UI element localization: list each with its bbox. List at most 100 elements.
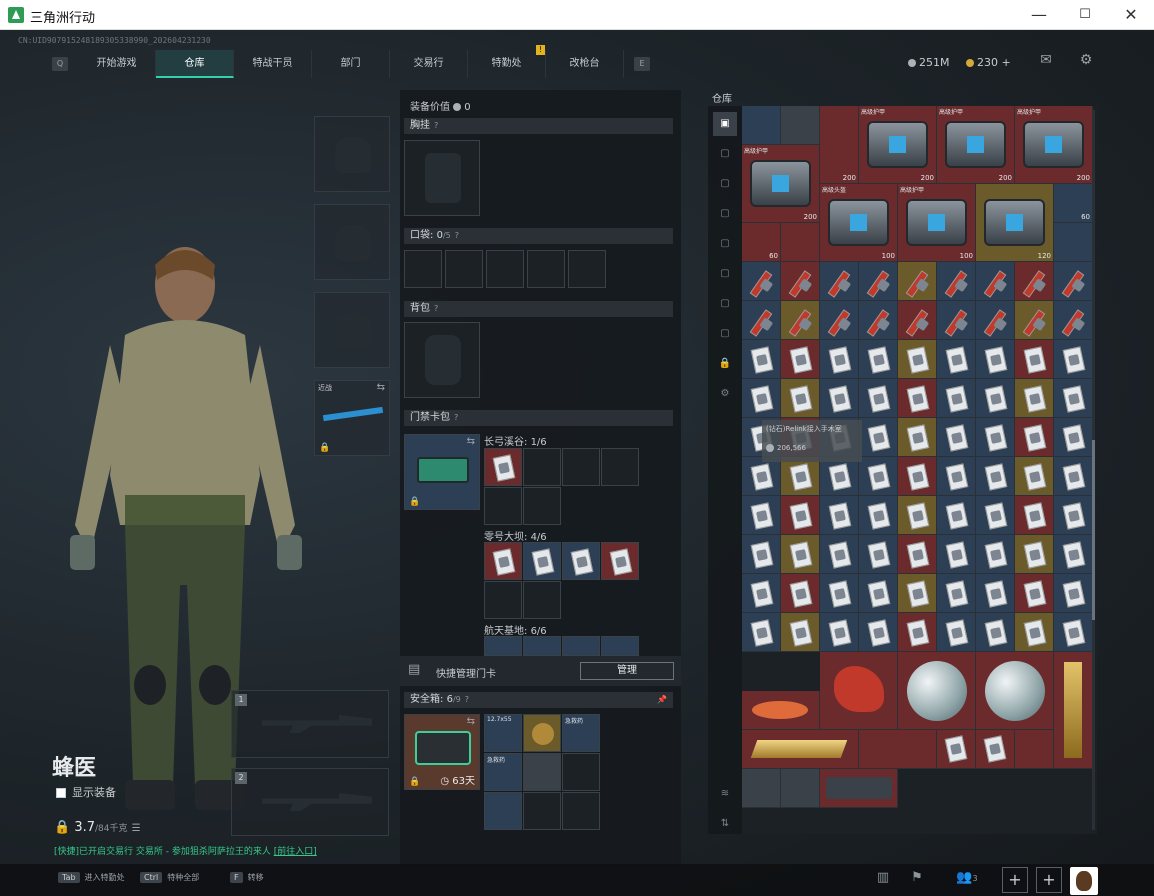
keycard-item[interactable] [484, 636, 522, 656]
orb-item[interactable] [898, 652, 976, 730]
warehouse-item[interactable] [1054, 535, 1093, 574]
keycard-slot[interactable] [523, 448, 561, 486]
warehouse-item[interactable] [937, 730, 976, 769]
warehouse-item[interactable] [742, 613, 781, 652]
warehouse-item[interactable] [781, 574, 820, 613]
coin-item[interactable] [523, 714, 561, 752]
tab-department[interactable]: 部门 [312, 50, 390, 78]
safebox-empty-slot[interactable] [523, 792, 561, 830]
warehouse-item[interactable] [976, 340, 1015, 379]
warehouse-item[interactable] [1054, 496, 1093, 535]
warehouse-item[interactable]: 60 [742, 223, 781, 262]
swap-icon[interactable]: ⇆ [467, 716, 475, 727]
warehouse-item[interactable] [1015, 574, 1054, 613]
hotkey-transfer[interactable]: F 转移 [230, 872, 264, 883]
warehouse-item[interactable] [859, 262, 898, 301]
warehouse-item[interactable] [742, 574, 781, 613]
keycard-slot[interactable] [601, 448, 639, 486]
warehouse-item[interactable] [1054, 379, 1093, 418]
warehouse-item[interactable] [742, 769, 781, 808]
warehouse-item[interactable] [898, 340, 937, 379]
fish-item[interactable] [742, 691, 820, 730]
warehouse-item[interactable] [1054, 340, 1093, 379]
keycard-slot[interactable] [484, 487, 522, 525]
safebox-empty-slot[interactable] [562, 792, 600, 830]
warehouse-item[interactable] [1015, 535, 1054, 574]
warehouse-item[interactable] [1015, 379, 1054, 418]
warehouse-item[interactable] [937, 613, 976, 652]
warehouse-item[interactable] [820, 457, 859, 496]
warehouse-item[interactable] [976, 496, 1015, 535]
warehouse-item[interactable] [742, 340, 781, 379]
armor-bag-item[interactable]: 高级护甲 200 [937, 106, 1015, 184]
keycard-item[interactable] [523, 636, 561, 656]
warehouse-item[interactable] [937, 535, 976, 574]
warehouse-item[interactable] [976, 457, 1015, 496]
medkit-item[interactable]: 急救药 [562, 714, 600, 752]
pistol-slot[interactable] [314, 292, 390, 368]
warehouse-item[interactable] [937, 379, 976, 418]
swap-icon[interactable]: ⇆ [467, 436, 475, 447]
injector-item[interactable] [484, 792, 522, 830]
pocket-slot[interactable] [404, 250, 442, 288]
tab-gunsmith[interactable]: 改枪台 [546, 50, 624, 78]
trophy-item[interactable] [1054, 652, 1093, 769]
warehouse-item[interactable] [976, 574, 1015, 613]
warehouse-item[interactable] [937, 418, 976, 457]
warehouse-tab-icon[interactable]: ▢ [713, 322, 737, 346]
help-icon[interactable]: ? [455, 231, 459, 240]
warehouse-item[interactable] [781, 340, 820, 379]
warehouse-item[interactable] [859, 457, 898, 496]
warehouse-tab-icon[interactable]: ▢ [713, 142, 737, 166]
warehouse-item[interactable] [781, 496, 820, 535]
warehouse-item[interactable] [781, 106, 820, 145]
warehouse-item[interactable] [898, 496, 937, 535]
disk-item[interactable] [523, 753, 561, 791]
sort-icon[interactable]: ⇅ [713, 812, 737, 836]
safebox-slot[interactable]: ⇆ 🔒 ◷ 63天 [404, 714, 480, 790]
help-icon[interactable]: ? [434, 121, 438, 130]
warehouse-item[interactable] [1054, 574, 1093, 613]
pocket-slot[interactable] [445, 250, 483, 288]
pocket-slot[interactable] [527, 250, 565, 288]
keycard-case-slot[interactable]: ⇆ 🔒 [404, 434, 480, 510]
warehouse-item[interactable] [1015, 418, 1054, 457]
warehouse-item[interactable] [781, 379, 820, 418]
add-currency-button[interactable]: + [1002, 56, 1011, 69]
warehouse-item[interactable] [937, 457, 976, 496]
tab-operators[interactable]: 特战干员 [234, 50, 312, 78]
warehouse-item[interactable] [742, 496, 781, 535]
ticker-link[interactable]: [前往入口] [274, 847, 317, 857]
hotkey-special-ops[interactable]: Tab 进入特勤处 [58, 872, 125, 883]
warehouse-item[interactable] [976, 418, 1015, 457]
warehouse-item[interactable] [820, 262, 859, 301]
primary-weapon-slot[interactable]: 1 [231, 690, 389, 758]
warehouse-item[interactable] [859, 418, 898, 457]
warehouse-item[interactable] [1015, 613, 1054, 652]
warehouse-item[interactable] [937, 262, 976, 301]
keycard-slot[interactable] [523, 581, 561, 619]
warehouse-item[interactable] [1015, 457, 1054, 496]
warehouse-item[interactable] [1015, 340, 1054, 379]
warehouse-item[interactable] [898, 535, 937, 574]
gold-bar-item[interactable] [742, 730, 859, 769]
keycard-slot[interactable] [523, 487, 561, 525]
gold-currency[interactable]: 230 + [966, 56, 1011, 69]
warehouse-item[interactable] [1015, 730, 1054, 769]
warehouse-item[interactable] [937, 574, 976, 613]
injector-item[interactable]: 急救药 [484, 753, 522, 791]
warehouse-item[interactable] [859, 535, 898, 574]
armor-slot[interactable] [314, 204, 390, 280]
warehouse-item[interactable] [898, 574, 937, 613]
armor-bag-item[interactable]: 120 [976, 184, 1054, 262]
help-icon[interactable]: ? [434, 304, 438, 313]
ammo-item[interactable]: 12.7x55 [484, 714, 522, 752]
warehouse-item[interactable] [742, 379, 781, 418]
warehouse-item[interactable] [781, 301, 820, 340]
warehouse-item[interactable] [781, 223, 820, 262]
warehouse-item[interactable] [781, 769, 820, 808]
warehouse-item[interactable] [1015, 496, 1054, 535]
armor-bag-item[interactable]: 高级护甲 200 [859, 106, 937, 184]
warehouse-item[interactable] [937, 301, 976, 340]
warehouse-item[interactable] [1015, 301, 1054, 340]
